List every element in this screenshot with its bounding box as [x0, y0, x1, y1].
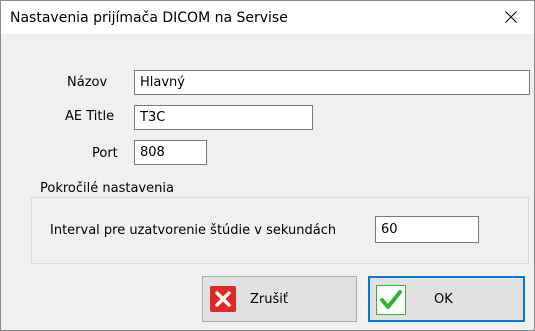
ok-button-label: OK: [434, 292, 453, 307]
ok-button[interactable]: OK: [368, 276, 525, 322]
port-field[interactable]: [134, 140, 207, 165]
port-label: Port: [92, 146, 118, 161]
ae-title-label: AE Title: [65, 109, 115, 124]
name-label: Názov: [67, 75, 108, 90]
interval-field[interactable]: [375, 216, 479, 243]
title-bar[interactable]: Nastavenia prijímača DICOM na Servise: [1, 1, 534, 34]
close-button[interactable]: [488, 1, 534, 34]
name-field[interactable]: [134, 70, 530, 95]
close-icon: [505, 11, 517, 23]
advanced-settings-legend: Pokročilé nastavenia: [37, 181, 177, 196]
ae-title-field[interactable]: [134, 105, 313, 130]
dialog-window: Nastavenia prijímača DICOM na Servise Ná…: [0, 0, 535, 331]
green-check-icon: [376, 285, 406, 315]
interval-label: Interval pre uzatvorenie štúdie v sekund…: [50, 223, 337, 238]
red-x-icon: [210, 286, 236, 312]
cancel-button[interactable]: Zrušiť: [202, 276, 357, 322]
window-title: Nastavenia prijímača DICOM na Servise: [10, 10, 288, 26]
cancel-button-label: Zrušiť: [250, 292, 288, 307]
